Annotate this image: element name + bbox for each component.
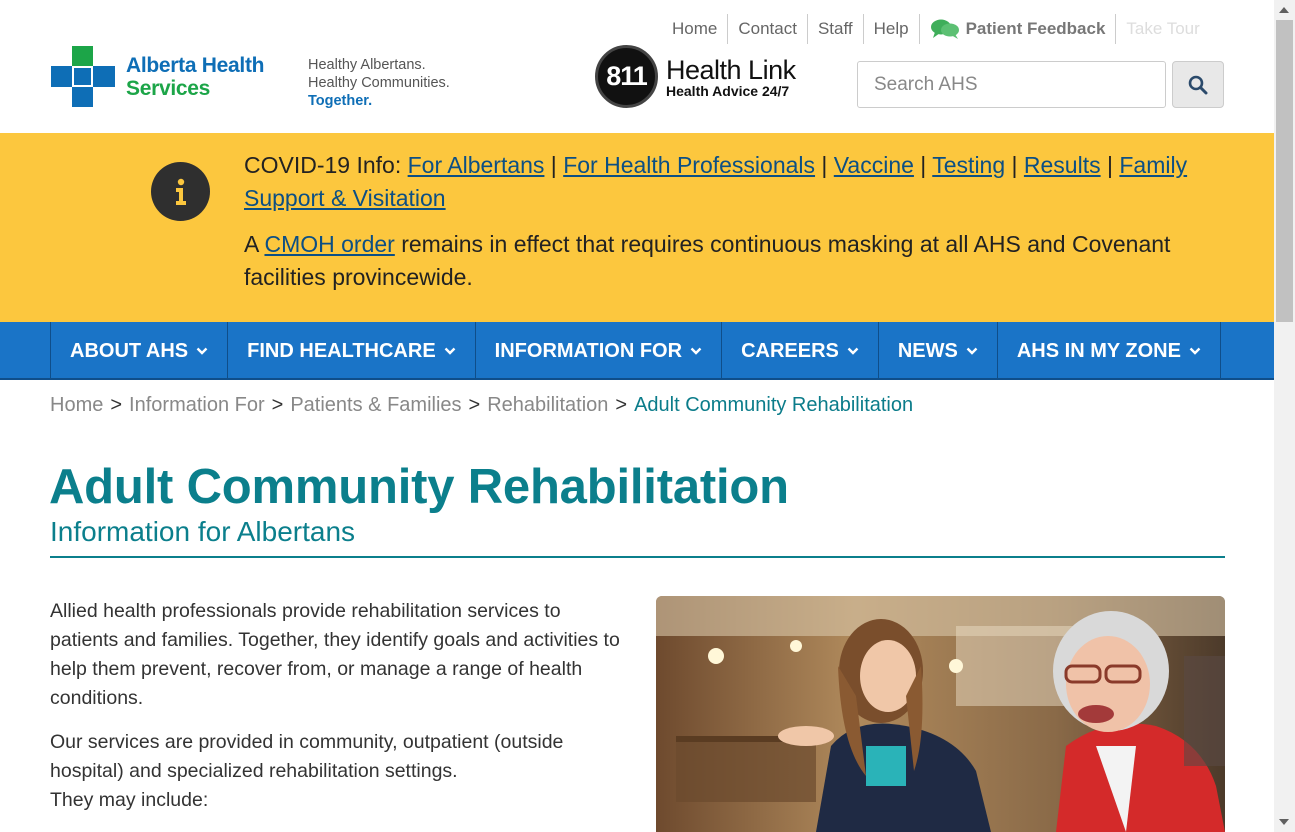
nav-careers[interactable]: CAREERS bbox=[722, 322, 879, 380]
breadcrumb-separator: > bbox=[468, 394, 481, 416]
patient-feedback-label: Patient Feedback bbox=[965, 19, 1106, 38]
separator: | bbox=[815, 152, 834, 178]
covid-link-results[interactable]: Results bbox=[1024, 152, 1101, 178]
health-link-title: Health Link bbox=[666, 54, 796, 85]
nav-label: ABOUT AHS bbox=[70, 339, 189, 362]
search-icon bbox=[1188, 75, 1208, 94]
chevron-down-icon bbox=[1189, 347, 1201, 355]
util-help-link[interactable]: Help bbox=[864, 14, 920, 44]
masking-prefix: A bbox=[244, 231, 265, 257]
breadcrumb-home[interactable]: Home bbox=[50, 394, 103, 417]
scrollbar-thumb[interactable] bbox=[1276, 20, 1293, 322]
chevron-down-icon bbox=[690, 347, 702, 355]
separator: | bbox=[1005, 152, 1024, 178]
badge-811: 811 bbox=[595, 45, 658, 108]
services-paragraph: Our services are provided in community, … bbox=[50, 728, 630, 815]
rehab-photo bbox=[656, 596, 1225, 832]
chevron-down-icon bbox=[196, 347, 208, 355]
covid-link-testing[interactable]: Testing bbox=[932, 152, 1005, 178]
services-text: Our services are provided in community, … bbox=[50, 731, 564, 782]
util-staff-link[interactable]: Staff bbox=[808, 14, 864, 44]
covid-info-prefix: COVID-19 Info: bbox=[244, 152, 408, 178]
cmoh-order-link[interactable]: CMOH order bbox=[264, 231, 394, 257]
tagline-line3: Together. bbox=[308, 93, 373, 109]
nav-about-ahs[interactable]: ABOUT AHS bbox=[51, 322, 229, 380]
nav-news[interactable]: NEWS bbox=[879, 322, 998, 380]
breadcrumb-patients-families[interactable]: Patients & Families bbox=[290, 394, 461, 417]
util-contact-link[interactable]: Contact bbox=[728, 14, 808, 44]
covid-link-health-professionals[interactable]: For Health Professionals bbox=[563, 152, 815, 178]
services-list-intro: They may include: bbox=[50, 789, 209, 811]
page-scrollbar[interactable] bbox=[1274, 0, 1295, 832]
ahs-cross-icon bbox=[51, 46, 115, 107]
scroll-down-arrow-icon[interactable] bbox=[1279, 819, 1289, 825]
separator: | bbox=[544, 152, 564, 178]
utility-nav: Home Contact Staff Help Patient Feedback… bbox=[662, 14, 1210, 44]
chevron-down-icon bbox=[966, 347, 978, 355]
logo-line1: Alberta Health bbox=[126, 53, 265, 77]
util-home-link[interactable]: Home bbox=[662, 14, 729, 44]
tagline-line2: Healthy Communities. bbox=[308, 75, 450, 91]
breadcrumb-rehabilitation[interactable]: Rehabilitation bbox=[487, 394, 608, 417]
nav-label: INFORMATION FOR bbox=[494, 339, 683, 362]
nav-label: NEWS bbox=[897, 339, 958, 362]
breadcrumb-separator: > bbox=[110, 394, 123, 416]
util-take-tour-link[interactable]: Take Tour bbox=[1116, 14, 1209, 44]
breadcrumb: Home > Information For > Patients & Fami… bbox=[50, 394, 913, 417]
tagline: Healthy Albertans. Healthy Communities. … bbox=[308, 56, 450, 110]
separator: | bbox=[913, 152, 933, 178]
search-input[interactable] bbox=[857, 61, 1166, 108]
breadcrumb-information-for[interactable]: Information For bbox=[129, 394, 265, 417]
main-nav: ABOUT AHS FIND HEALTHCARE INFORMATION FO… bbox=[0, 322, 1274, 380]
patient-feedback-link[interactable]: Patient Feedback bbox=[920, 14, 1117, 44]
tagline-line1: Healthy Albertans. bbox=[308, 57, 426, 73]
masking-notice: A CMOH order remains in effect that requ… bbox=[244, 228, 1204, 294]
rehab-photo-image bbox=[656, 596, 1225, 832]
logo-line2: Services bbox=[126, 76, 211, 100]
search-form bbox=[857, 61, 1224, 108]
info-icon bbox=[151, 162, 210, 221]
page-title: Adult Community Rehabilitation bbox=[49, 460, 789, 514]
search-button[interactable] bbox=[1172, 61, 1224, 108]
nav-label: FIND HEALTHCARE bbox=[247, 339, 436, 362]
scroll-up-arrow-icon[interactable] bbox=[1279, 7, 1289, 13]
intro-content: Allied health professionals provide reha… bbox=[50, 597, 630, 815]
covid-banner: COVID-19 Info: For Albertans | For Healt… bbox=[0, 133, 1274, 323]
breadcrumb-current: Adult Community Rehabilitation bbox=[634, 394, 914, 416]
covid-info-line: COVID-19 Info: For Albertans | For Healt… bbox=[244, 149, 1204, 215]
chat-bubbles-icon bbox=[930, 19, 959, 39]
nav-find-healthcare[interactable]: FIND HEALTHCARE bbox=[228, 322, 476, 380]
covid-link-albertans[interactable]: For Albertans bbox=[408, 152, 545, 178]
nav-label: CAREERS bbox=[741, 339, 839, 362]
chevron-down-icon bbox=[444, 347, 456, 355]
covid-link-vaccine[interactable]: Vaccine bbox=[834, 152, 914, 178]
nav-information-for[interactable]: INFORMATION FOR bbox=[476, 322, 723, 380]
page-subtitle: Information for Albertans bbox=[50, 516, 356, 547]
separator: | bbox=[1100, 152, 1120, 178]
chevron-down-icon bbox=[847, 347, 859, 355]
title-divider bbox=[50, 556, 1225, 558]
nav-ahs-in-my-zone[interactable]: AHS IN MY ZONE bbox=[998, 322, 1221, 380]
intro-paragraph: Allied health professionals provide reha… bbox=[50, 600, 620, 709]
breadcrumb-separator: > bbox=[615, 394, 628, 416]
health-link-811[interactable]: 811 Health Link Health Advice 24/7 bbox=[595, 45, 796, 108]
health-link-subtitle: Health Advice 24/7 bbox=[666, 82, 790, 99]
nav-label: AHS IN MY ZONE bbox=[1016, 339, 1181, 362]
ahs-logo[interactable]: Alberta Health Services bbox=[51, 46, 264, 107]
breadcrumb-separator: > bbox=[271, 394, 284, 416]
